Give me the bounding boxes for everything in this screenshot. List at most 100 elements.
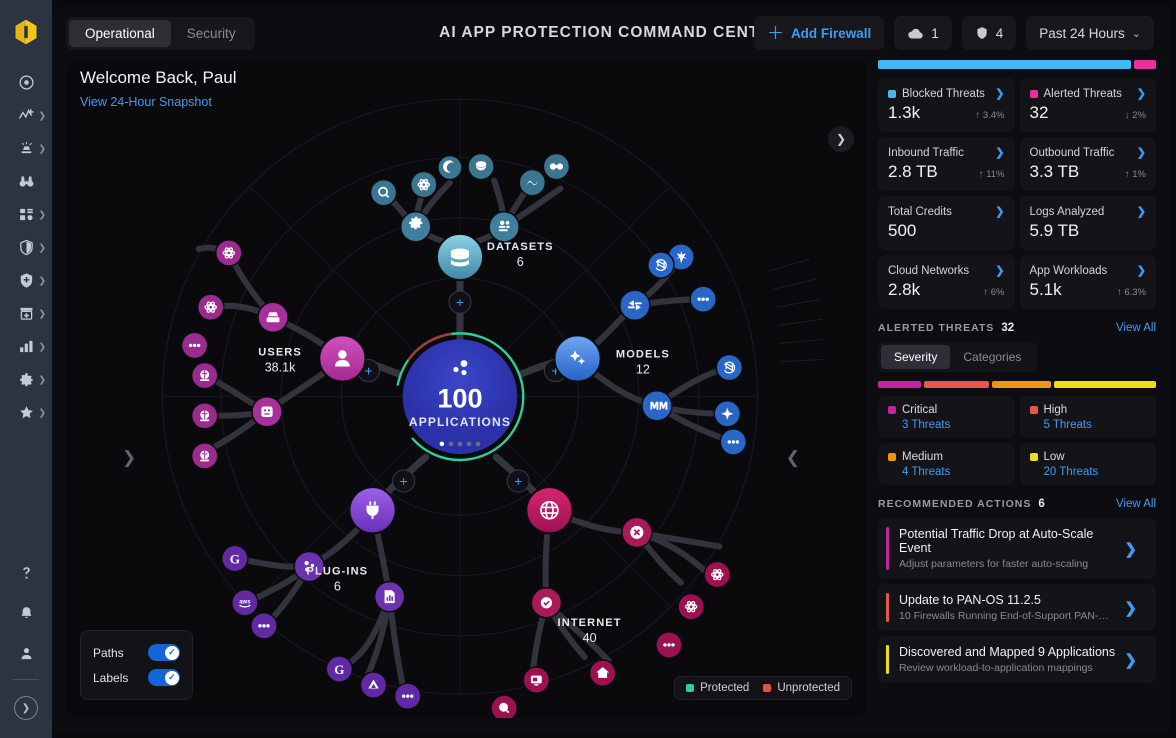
recommended-action-item[interactable]: Potential Traffic Drop at Auto-Scale Eve…: [878, 518, 1156, 579]
view-all-link[interactable]: View All: [1116, 498, 1156, 510]
svg-text:+: +: [400, 473, 408, 489]
rail-bottom-group: ❯: [0, 553, 52, 728]
chevron-right-icon: ❯: [38, 242, 46, 252]
graph-next-button[interactable]: ❯: [828, 126, 854, 152]
stat-value: 1.3k: [888, 103, 921, 122]
sidebar-item-investigation[interactable]: [4, 165, 48, 198]
status-swatch: [1029, 89, 1038, 98]
stat-delta: ↓ 2%: [1124, 110, 1146, 121]
right-panel: Blocked Threats ❯ 1.3k ↑ 3.4% Alerted Th…: [878, 60, 1157, 718]
stat-card[interactable]: Total Credits ❯ 500: [878, 196, 1015, 250]
cluster-plugins: G aws G PLUG-INS 6: [221, 486, 422, 710]
time-range-label: Past 24 Hours: [1039, 25, 1125, 41]
plus-icon: ＋: [766, 23, 784, 43]
stat-label: Inbound Traffic: [888, 146, 964, 159]
tab-categories[interactable]: Categories: [950, 345, 1034, 369]
toggle-labels-switch[interactable]: [148, 669, 181, 686]
bell-icon: [21, 606, 31, 618]
tab-operational[interactable]: Operational: [69, 19, 171, 47]
recommended-action-item[interactable]: Discovered and Mapped 9 Applications Rev…: [878, 636, 1156, 683]
cloud-icon: [908, 28, 923, 38]
chevron-right-icon[interactable]: ❯: [995, 264, 1004, 277]
account-button[interactable]: [4, 633, 48, 673]
tab-severity[interactable]: Severity: [881, 345, 951, 369]
sidebar-item-protection[interactable]: ❯: [4, 231, 48, 264]
expand-rail-button[interactable]: ❯: [4, 688, 48, 728]
toggle-labels-row[interactable]: Labels: [93, 665, 181, 690]
tab-security[interactable]: Security: [171, 20, 252, 47]
stat-card[interactable]: Cloud Networks ❯ 2.8k ↑ 6%: [878, 255, 1015, 309]
chevron-right-icon[interactable]: ❯: [995, 87, 1004, 100]
sidebar-item-favorites[interactable]: ❯: [4, 396, 48, 429]
severity-card-medium[interactable]: Medium 4 Threats: [878, 443, 1015, 485]
notifications-button[interactable]: [4, 593, 48, 633]
section-title: ALERTED THREATS: [878, 322, 995, 334]
chevron-right-icon[interactable]: ❯: [1137, 205, 1146, 218]
help-button[interactable]: [4, 553, 48, 593]
binoculars-icon: [19, 176, 33, 187]
stat-label: Outbound Traffic: [1029, 146, 1115, 159]
chevron-right-icon[interactable]: ❯: [1137, 146, 1146, 159]
stat-card[interactable]: Alerted Threats ❯ 32 ↓ 2%: [1019, 78, 1156, 132]
stat-value: 2.8 TB: [888, 162, 938, 181]
legend-swatch-protected: [686, 684, 695, 692]
view-all-link[interactable]: View All: [1116, 322, 1156, 334]
alerted-threats-header: ALERTED THREATS 32 View All: [878, 322, 1156, 334]
time-range-selector[interactable]: Past 24 Hours ⌄: [1026, 16, 1154, 50]
stat-value: 3.3 TB: [1029, 162, 1080, 181]
shield-count-button[interactable]: 4: [961, 16, 1017, 50]
cortex-logo[interactable]: [9, 12, 43, 52]
sidebar-item-cases[interactable]: ❯: [4, 297, 48, 330]
sidebar-item-alerts[interactable]: ❯: [4, 132, 48, 165]
sidebar-item-dashboard[interactable]: [4, 66, 48, 99]
severity-label: Low: [1043, 451, 1065, 463]
stat-card[interactable]: Logs Analyzed ❯ 5.9 TB: [1019, 196, 1156, 250]
stat-label: App Workloads: [1029, 264, 1108, 277]
severity-card-low[interactable]: Low 20 Threats: [1019, 443, 1156, 485]
action-severity-bar: [886, 645, 889, 674]
severity-swatch: [1029, 406, 1038, 414]
sidebar-item-posture[interactable]: ❯: [4, 264, 48, 297]
toggle-paths-row[interactable]: Paths: [93, 640, 181, 665]
cloud-count-button[interactable]: 1: [894, 16, 952, 50]
target-icon: [18, 75, 34, 90]
main-body: Welcome Back, Paul View 24-Hour Snapshot…: [52, 60, 1170, 732]
toggle-paths-switch[interactable]: [148, 644, 181, 661]
chevron-right-icon[interactable]: ❯: [1137, 87, 1146, 100]
section-title: RECOMMENDED ACTIONS: [878, 498, 1032, 510]
graph-prev-chevron[interactable]: ❯: [122, 448, 136, 468]
activity-plus-icon: [18, 108, 34, 119]
stat-card[interactable]: Blocked Threats ❯ 1.3k ↑ 3.4%: [878, 78, 1015, 132]
recommended-action-item[interactable]: Update to PAN-OS 11.2.5 10 Firewalls Run…: [878, 584, 1156, 631]
stat-card[interactable]: Inbound Traffic ❯ 2.8 TB ↑ 11%: [878, 137, 1015, 191]
graph-next-chevron[interactable]: ❮: [786, 448, 800, 468]
severity-label: High: [1043, 404, 1068, 416]
chevron-right-icon[interactable]: ❯: [1115, 599, 1146, 617]
action-title: Potential Traffic Drop at Auto-Scale Eve…: [899, 527, 1094, 555]
add-firewall-label: Add Firewall: [790, 25, 872, 41]
stat-card[interactable]: Outbound Traffic ❯ 3.3 TB ↑ 1%: [1019, 137, 1156, 191]
stat-label: Blocked Threats: [902, 87, 985, 100]
topology-graph-panel[interactable]: Welcome Back, Paul View 24-Hour Snapshot…: [66, 60, 866, 718]
sidebar-item-incidents[interactable]: ❯: [4, 99, 48, 132]
severity-card-critical[interactable]: Critical 3 Threats: [878, 396, 1015, 438]
stat-value: 2.8k: [888, 280, 921, 299]
severity-count: 4 Threats: [902, 466, 951, 478]
stat-label: Logs Analyzed: [1029, 205, 1105, 218]
sidebar-item-reports[interactable]: ❯: [4, 330, 48, 363]
chevron-right-icon[interactable]: ❯: [1115, 540, 1146, 558]
chevron-right-icon: ❯: [38, 407, 46, 417]
left-nav-rail: ❯ ❯ ❯ ❯ ❯ ❯ ❯ ❯ ❯ ❯: [0, 0, 52, 738]
sidebar-item-assets[interactable]: ❯: [4, 198, 48, 231]
stat-card[interactable]: App Workloads ❯ 5.1k ↑ 6.3%: [1019, 255, 1156, 309]
snapshot-link[interactable]: View 24-Hour Snapshot: [80, 95, 212, 109]
svg-text:+: +: [364, 363, 372, 379]
chevron-right-icon[interactable]: ❯: [995, 146, 1004, 159]
chevron-right-icon[interactable]: ❯: [995, 205, 1004, 218]
sidebar-item-settings[interactable]: ❯: [4, 363, 48, 396]
bar-chart-icon: [19, 340, 33, 353]
chevron-right-icon[interactable]: ❯: [1115, 651, 1146, 669]
add-firewall-button[interactable]: ＋ Add Firewall: [753, 16, 885, 50]
severity-card-high[interactable]: High 5 Threats: [1019, 396, 1156, 438]
chevron-right-icon[interactable]: ❯: [1137, 264, 1146, 277]
